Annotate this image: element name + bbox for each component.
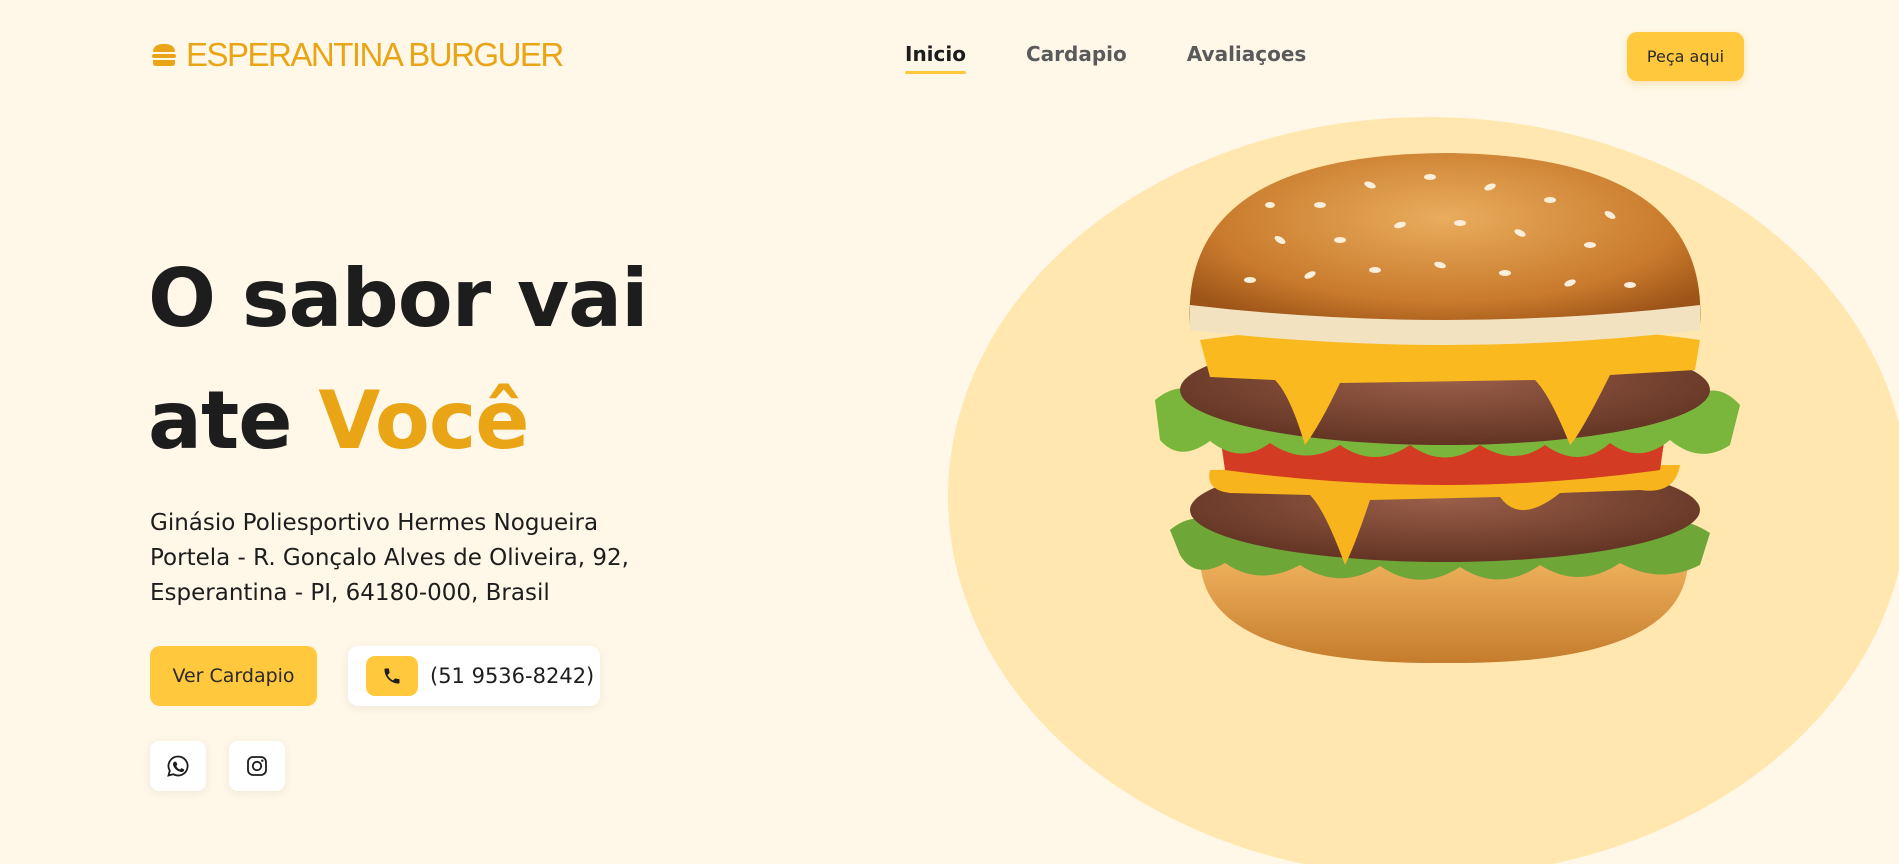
whatsapp-button[interactable] <box>150 741 206 791</box>
whatsapp-icon <box>167 755 189 777</box>
hero-title-line2-prefix: ate <box>148 374 292 467</box>
phone-contact[interactable]: (51 9536-8242) <box>348 646 600 706</box>
hero-title-line1: O sabor vai <box>148 252 649 345</box>
hero-title-accent: Você <box>318 374 529 467</box>
nav-item-avaliacoes[interactable]: Avaliaçoes <box>1187 42 1307 74</box>
nav-item-cardapio[interactable]: Cardapio <box>1026 42 1127 74</box>
order-now-button[interactable]: Peça aqui <box>1627 32 1744 81</box>
brand-name: ESPERANTINA BURGUER <box>186 36 564 73</box>
address-text: Ginásio Poliesportivo Hermes Nogueira Po… <box>150 510 629 606</box>
landing-page: ESPERANTINA BURGUER Inicio Cardapio Aval… <box>0 0 1899 864</box>
nav-item-inicio[interactable]: Inicio <box>905 42 966 74</box>
main-nav: Inicio Cardapio Avaliaçoes <box>905 42 1306 74</box>
instagram-icon <box>247 756 267 776</box>
brand-logo[interactable]: ESPERANTINA BURGUER <box>150 36 564 74</box>
instagram-button[interactable] <box>229 741 285 791</box>
hero-title: O sabor vai ate Você <box>148 238 649 482</box>
phone-number: (51 9536-8242) <box>430 664 595 688</box>
burger-image <box>1155 153 1740 664</box>
view-menu-button[interactable]: Ver Cardapio <box>150 646 317 706</box>
phone-icon <box>366 656 418 696</box>
burger-icon <box>152 44 176 66</box>
